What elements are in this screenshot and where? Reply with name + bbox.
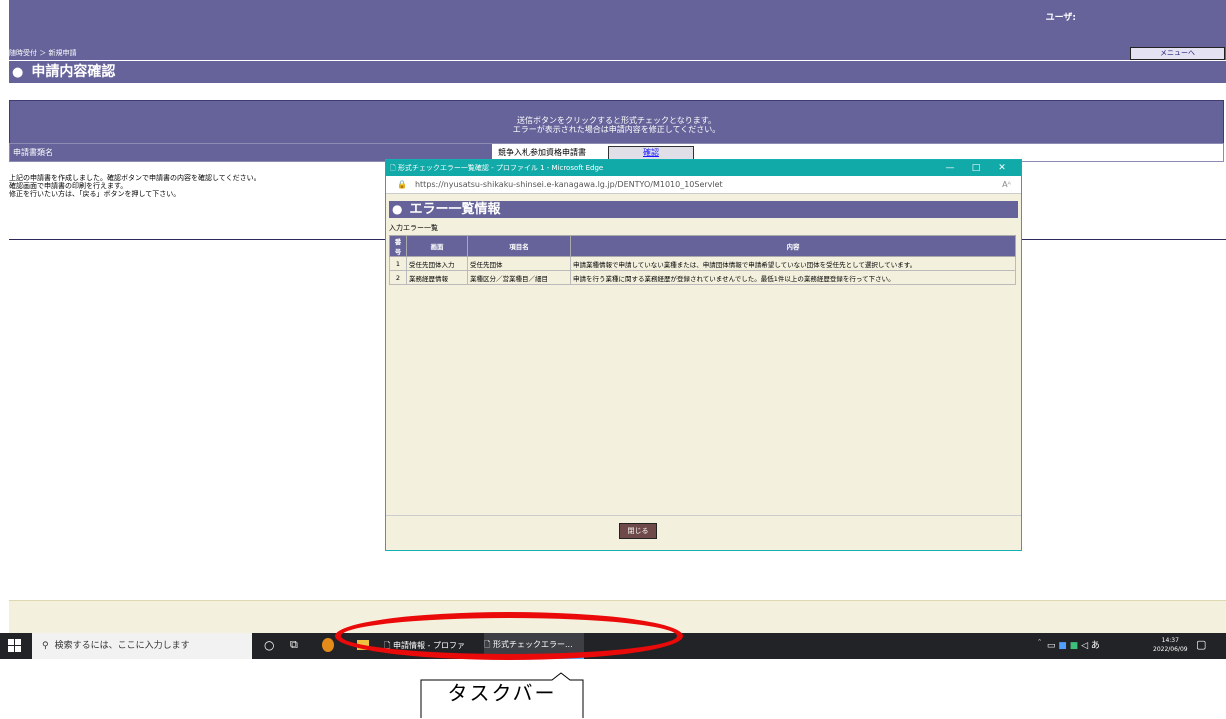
- page-title: 申請内容確認: [31, 64, 116, 80]
- url-text: https://nyusatsu-shikaku-shinsei.e-kanag…: [414, 180, 723, 189]
- menu-button[interactable]: メニューへ: [1130, 47, 1225, 60]
- popup-window-title: 形式チェックエラー一覧確認 - プロファイル 1 - Microsoft Edg…: [397, 164, 604, 172]
- info-line-2: エラーが表示された場合は申請内容を修正してください。: [512, 125, 721, 134]
- callout-label: タスクバー: [447, 681, 557, 705]
- clock-date: 2022/06/09: [1153, 646, 1188, 653]
- info-box: 送信ボタンをクリックすると形式チェックとなります。 エラーが表示された場合は申請…: [9, 100, 1224, 144]
- user-label: ユーザ:: [1045, 13, 1076, 23]
- cell-no: 2: [389, 270, 407, 285]
- divider: [386, 515, 1021, 516]
- column-header: 画面: [406, 235, 468, 257]
- maximize-button[interactable]: □: [963, 160, 989, 176]
- app-header: [9, 0, 1226, 60]
- network-icon[interactable]: ▭: [1047, 641, 1056, 651]
- lock-icon: 🔒: [397, 180, 407, 189]
- ime-indicator[interactable]: あ: [1091, 641, 1100, 651]
- read-aloud-icon[interactable]: Aᴬ: [1002, 176, 1011, 193]
- breadcrumb: 随時受付 ＞ 新規申請: [9, 49, 77, 57]
- clock[interactable]: 14:37 2022/06/09: [1153, 636, 1188, 654]
- cell-no: 1: [389, 256, 407, 271]
- cell-screen: 業務経歴情報: [406, 270, 468, 285]
- cell-content: 申請業種情報で申請していない業種または、申請団体情報で申請希望していない団体を受…: [570, 256, 1016, 271]
- chevron-up-icon[interactable]: ＾: [1035, 641, 1044, 651]
- bullet-icon: ●: [392, 202, 403, 216]
- app-tray-icon[interactable]: ■: [1070, 641, 1079, 651]
- browser-icon[interactable]: [322, 638, 334, 652]
- cell-content: 申請を行う業種に関する業務経歴が登録されていませんでした。最低1件以上の業務経歴…: [570, 270, 1016, 285]
- form-value: 競争入札参加資格申請書: [498, 148, 586, 157]
- page-title-bar: ● 申請内容確認: [9, 61, 1226, 83]
- highlight-ellipse: [335, 612, 683, 660]
- bullet-icon: ●: [12, 65, 24, 80]
- address-bar[interactable]: 🔒 https://nyusatsu-shikaku-shinsei.e-kana…: [386, 176, 1021, 194]
- speaker-icon[interactable]: ◁: [1081, 641, 1088, 651]
- column-header: 内容: [570, 235, 1016, 257]
- close-window-button[interactable]: ✕: [989, 160, 1015, 176]
- instruction-line: 上記の申請書を作成しました。確認ボタンで申請書の内容を確認してください。: [9, 174, 261, 182]
- table-row: 2 業務経歴情報 業種区分／営業種目／細目 申請を行う業種に関する業務経歴が登録…: [389, 270, 1016, 285]
- windows-start-icon[interactable]: [8, 639, 22, 653]
- table-row: 1 受任先団体入力 受任先団体 申請業種情報で申請していない業種または、申請団体…: [389, 256, 1016, 271]
- column-header: 項目名: [467, 235, 571, 257]
- popup-titlebar[interactable]: 🗋 形式チェックエラー一覧確認 - プロファイル 1 - Microsoft E…: [386, 160, 1021, 176]
- list-caption: 入力エラー一覧: [389, 224, 438, 232]
- app-tray-icon[interactable]: ■: [1058, 641, 1067, 651]
- instruction-line: 修正を行いたい方は、「戻る」ボタンを押して下さい。: [9, 190, 181, 198]
- minimize-button[interactable]: —: [937, 160, 963, 176]
- cortana-icon[interactable]: ○: [264, 638, 274, 652]
- column-header: 番号: [389, 235, 407, 257]
- cell-screen: 受任先団体入力: [406, 256, 468, 271]
- table-header-row: 番号 画面 項目名 内容: [389, 235, 1016, 257]
- instructions: 上記の申請書を作成しました。確認ボタンで申請書の内容を確認してください。 確認画…: [9, 174, 261, 198]
- popup-heading: ● エラー一覧情報: [389, 201, 1018, 218]
- instruction-line: 確認画面で申請書の印刷を行えます。: [9, 182, 128, 190]
- search-icon: ⚲: [42, 641, 49, 651]
- cell-item: 受任先団体: [467, 256, 571, 271]
- info-line-1: 送信ボタンをクリックすると形式チェックとなります。: [517, 116, 716, 125]
- document-icon: 🗋: [390, 164, 396, 172]
- window-controls: — □ ✕: [937, 160, 1015, 176]
- error-table: 番号 画面 項目名 内容 1 受任先団体入力 受任先団体 申請業種情報で申請して…: [389, 235, 1016, 285]
- system-tray[interactable]: ＾ ▭ ■ ■ ◁ あ: [1035, 633, 1100, 659]
- search-placeholder: 検索するには、ここに入力します: [54, 641, 190, 651]
- task-view-icon[interactable]: ⧉: [290, 638, 298, 652]
- cell-item: 業種区分／営業種目／細目: [467, 270, 571, 285]
- notification-icon[interactable]: ▢: [1196, 638, 1206, 651]
- close-button[interactable]: 閉じる: [619, 523, 657, 539]
- popup-heading-text: エラー一覧情報: [409, 202, 501, 217]
- taskbar-search-box[interactable]: ⚲ 検索するには、ここに入力します: [32, 633, 252, 659]
- clock-time: 14:37: [1161, 637, 1179, 644]
- error-popup-window: 🗋 形式チェックエラー一覧確認 - プロファイル 1 - Microsoft E…: [385, 159, 1022, 551]
- confirm-button[interactable]: 確認: [608, 146, 694, 160]
